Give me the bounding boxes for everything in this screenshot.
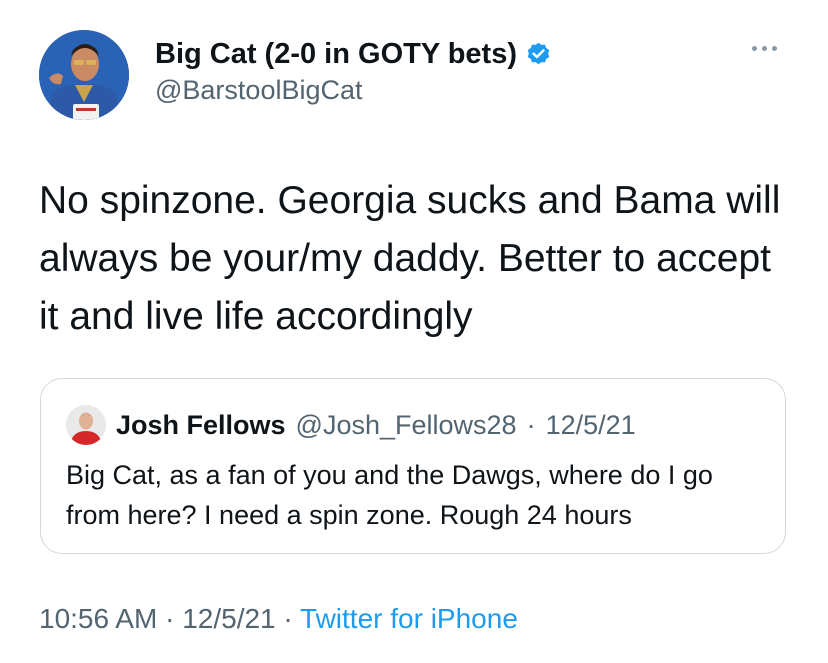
more-options-icon[interactable]: [752, 46, 777, 51]
tweet-source-link[interactable]: Twitter for iPhone: [300, 603, 518, 634]
tweet-time[interactable]: 10:56 AM: [39, 603, 157, 634]
author-info: Big Cat (2-0 in GOTY bets) @BarstoolBigC…: [155, 38, 552, 106]
author-avatar[interactable]: [39, 30, 129, 120]
quoted-tweet-header: Josh Fellows @Josh_Fellows28 · 12/5/21: [66, 405, 636, 445]
quoted-handle: @Josh_Fellows28: [295, 409, 517, 440]
quoted-author-avatar: [66, 405, 106, 445]
footer-separator: ·: [275, 603, 301, 634]
tweet-footer: 10:56 AM · 12/5/21 · Twitter for iPhone: [39, 603, 518, 635]
footer-separator: ·: [157, 603, 183, 634]
tweet-date[interactable]: 12/5/21: [182, 603, 275, 634]
verified-badge-icon: [525, 41, 552, 68]
tweet-text: No spinzone. Georgia sucks and Bama will…: [39, 179, 781, 338]
quoted-tweet-text: Big Cat, as a fan of you and the Dawgs, …: [66, 460, 713, 530]
quoted-display-name: Josh Fellows: [116, 409, 286, 440]
author-display-name[interactable]: Big Cat (2-0 in GOTY bets): [155, 38, 517, 71]
author-handle[interactable]: @BarstoolBigCat: [155, 75, 552, 106]
quoted-separator: ·: [526, 409, 536, 440]
quoted-tweet-card[interactable]: Josh Fellows @Josh_Fellows28 · 12/5/21 B…: [40, 378, 786, 554]
quoted-date: 12/5/21: [545, 409, 636, 440]
